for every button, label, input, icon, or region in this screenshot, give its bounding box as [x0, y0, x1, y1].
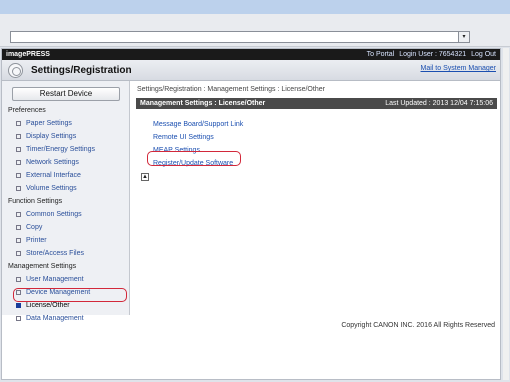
- sidebar-item-external-interface[interactable]: External Interface: [16, 172, 81, 179]
- selected-bullet-icon: [16, 303, 21, 308]
- mail-system-manager-link[interactable]: Mail to System Manager: [421, 65, 496, 72]
- restart-device-button[interactable]: Restart Device: [12, 87, 120, 101]
- sidebar-item-volume-settings[interactable]: Volume Settings: [16, 185, 77, 192]
- bullet-icon: [16, 238, 21, 243]
- bullet-icon: [16, 134, 21, 139]
- bullet-icon: [16, 173, 21, 178]
- bullet-icon: [16, 277, 21, 282]
- sidebar-item-store-access-files[interactable]: Store/Access Files: [16, 250, 84, 257]
- vertical-scrollbar[interactable]: [503, 48, 509, 380]
- sidebar-item-timer-energy-settings[interactable]: Timer/Energy Settings: [16, 146, 95, 153]
- bullet-icon: [16, 186, 21, 191]
- main-content: Settings/Registration : Management Setti…: [131, 81, 500, 315]
- logout-link[interactable]: Log Out: [471, 51, 496, 58]
- footer: Copyright CANON INC. 2016 All Rights Res…: [131, 315, 500, 329]
- settings-gear-icon: [8, 63, 23, 78]
- sidebar-item-display-settings[interactable]: Display Settings: [16, 133, 76, 140]
- brand-label: imagePRESS: [6, 51, 50, 58]
- scroll-up-icon[interactable]: ▲: [141, 173, 149, 181]
- function-settings-heading: Function Settings: [8, 198, 63, 205]
- copyright: Copyright CANON INC. 2016 All Rights Res…: [341, 322, 495, 329]
- sidebar-item-license-other[interactable]: License/Other: [16, 302, 70, 309]
- sidebar-item-common-settings[interactable]: Common Settings: [16, 211, 82, 218]
- window-title-bar: [0, 0, 510, 14]
- page-title: Settings/Registration: [31, 65, 132, 76]
- management-settings-heading: Management Settings: [8, 263, 77, 270]
- bullet-icon: [16, 121, 21, 126]
- bullet-icon: [16, 147, 21, 152]
- bullet-icon: [16, 212, 21, 217]
- sidebar: Restart Device Preferences Paper Setting…: [2, 81, 130, 322]
- highlight-register-update: [147, 151, 241, 166]
- address-dropdown-icon[interactable]: ▾: [458, 32, 469, 42]
- sidebar-item-data-management[interactable]: Data Management: [16, 315, 84, 322]
- remote-ui-settings-link[interactable]: Remote UI Settings: [153, 134, 214, 141]
- sub-header: Settings/Registration Mail to System Man…: [2, 60, 500, 81]
- bullet-icon: [16, 316, 21, 321]
- to-portal-link[interactable]: To Portal: [367, 51, 395, 58]
- breadcrumb: Settings/Registration : Management Setti…: [137, 86, 325, 93]
- last-updated: Last Updated : 2013 12/04 7:15:06: [385, 100, 493, 107]
- sidebar-item-paper-settings[interactable]: Paper Settings: [16, 120, 72, 127]
- header-right: To Portal Login User : 7654321 Log Out: [364, 49, 496, 60]
- web-page: imagePRESS To Portal Login User : 765432…: [1, 48, 501, 380]
- address-bar[interactable]: ▾: [10, 31, 470, 43]
- message-board-link[interactable]: Message Board/Support Link: [153, 121, 243, 128]
- highlight-license-other: [13, 288, 127, 302]
- sidebar-item-user-management[interactable]: User Management: [16, 276, 84, 283]
- sidebar-item-printer[interactable]: Printer: [16, 237, 47, 244]
- bullet-icon: [16, 160, 21, 165]
- page-header: imagePRESS To Portal Login User : 765432…: [2, 49, 500, 60]
- login-user-label: Login User : 7654321: [399, 51, 467, 58]
- section-title: Management Settings : License/Other: [140, 100, 266, 107]
- sidebar-item-network-settings[interactable]: Network Settings: [16, 159, 79, 166]
- section-header: Management Settings : License/Other Last…: [136, 98, 497, 109]
- bullet-icon: [16, 225, 21, 230]
- bullet-icon: [16, 251, 21, 256]
- preferences-heading: Preferences: [8, 107, 46, 114]
- sidebar-item-copy[interactable]: Copy: [16, 224, 42, 231]
